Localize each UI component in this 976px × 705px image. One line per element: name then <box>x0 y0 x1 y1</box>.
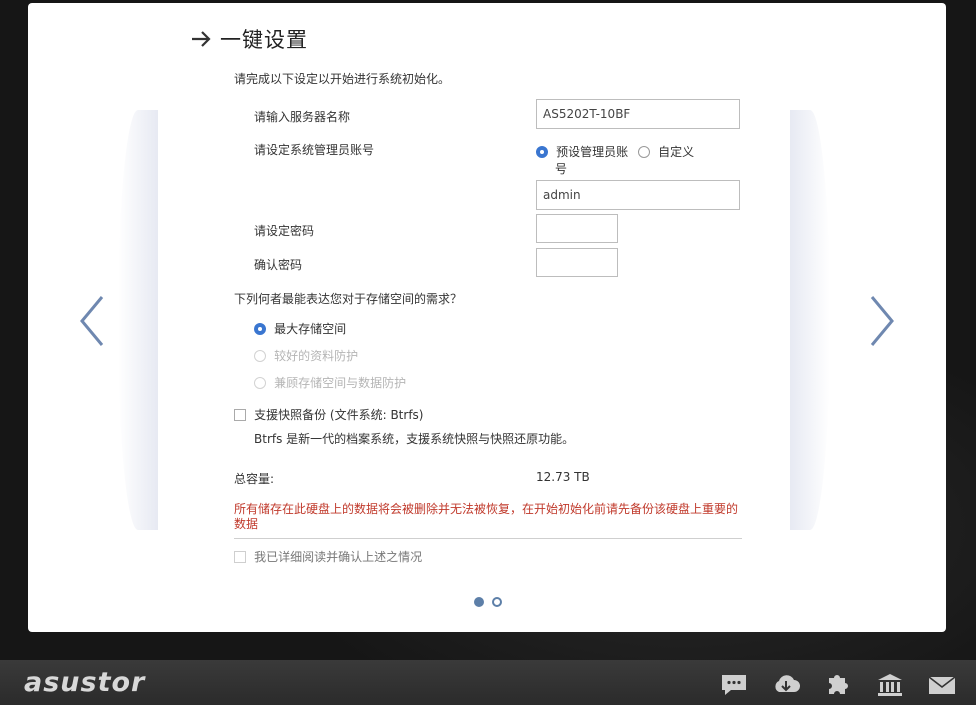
password-input[interactable] <box>536 214 618 243</box>
radio-disabled-icon[interactable] <box>254 376 266 389</box>
checkbox-icon[interactable] <box>234 550 246 563</box>
page-dot-1[interactable] <box>474 597 484 607</box>
page-indicator <box>474 597 502 607</box>
bank-icon[interactable] <box>875 672 905 698</box>
title-row: 一键设置 <box>190 24 308 54</box>
admin-account-input[interactable] <box>536 180 740 210</box>
previous-arrow-icon[interactable] <box>72 293 112 349</box>
chat-icon[interactable] <box>719 672 749 698</box>
radio-disabled-icon[interactable] <box>254 349 266 362</box>
radio-selected-icon[interactable] <box>536 145 548 158</box>
mail-icon[interactable] <box>927 672 957 698</box>
server-name-input[interactable] <box>536 99 740 129</box>
total-capacity-value: 12.73 TB <box>536 470 590 484</box>
divider <box>234 538 742 539</box>
arrow-right-icon <box>190 28 212 50</box>
server-name-label: 请输入服务器名称 <box>254 110 351 124</box>
total-capacity-label: 总容量: <box>234 472 275 486</box>
intro-text: 请完成以下设定以开始进行系统初始化。 <box>234 72 451 86</box>
asustor-logo: asustor <box>24 667 146 698</box>
storage-question: 下列何者最能表达您对于存储空间的需求？ <box>234 292 463 306</box>
snapshot-checkbox[interactable]: 支援快照备份 (文件系统: Btrfs) <box>234 404 423 423</box>
confirm-password-input[interactable] <box>536 248 618 277</box>
storage-option-balanced[interactable]: 兼顾存储空间与数据防护 <box>254 372 406 391</box>
btrfs-note: Btrfs 是新一代的档案系统，支援系统快照与快照还原功能。 <box>254 432 575 446</box>
data-loss-warning: 所有储存在此硬盘上的数据将会被删除并无法被恢复，在开始初始化前请先备份该硬盘上重… <box>234 502 739 531</box>
admin-account-label: 请设定系统管理员账号 <box>254 143 375 157</box>
storage-option-protection[interactable]: 较好的资料防护 <box>254 345 358 364</box>
radio-default-admin-label-wrap: 号 <box>555 162 568 176</box>
storage-option-max[interactable]: 最大存储空间 <box>254 318 346 337</box>
radio-selected-icon[interactable] <box>254 322 266 335</box>
radio-custom-admin[interactable]: 自定义 <box>638 141 694 160</box>
radio-default-admin[interactable]: 预设管理员账 <box>536 141 628 160</box>
next-arrow-icon[interactable] <box>862 293 902 349</box>
confirm-password-label: 确认密码 <box>254 258 303 272</box>
puzzle-icon[interactable] <box>823 672 853 698</box>
confirm-read-checkbox[interactable]: 我已详细阅读并确认上述之情况 <box>234 546 422 565</box>
taskbar: asustor <box>0 660 976 705</box>
checkbox-icon[interactable] <box>234 408 246 421</box>
page-dot-2[interactable] <box>492 597 502 607</box>
cloud-download-icon[interactable] <box>771 672 801 698</box>
password-label: 请设定密码 <box>254 224 315 238</box>
left-panel-shadow <box>118 110 158 530</box>
radio-unselected-icon[interactable] <box>638 145 650 158</box>
page-title: 一键设置 <box>220 28 308 52</box>
right-panel-shadow <box>790 110 830 530</box>
